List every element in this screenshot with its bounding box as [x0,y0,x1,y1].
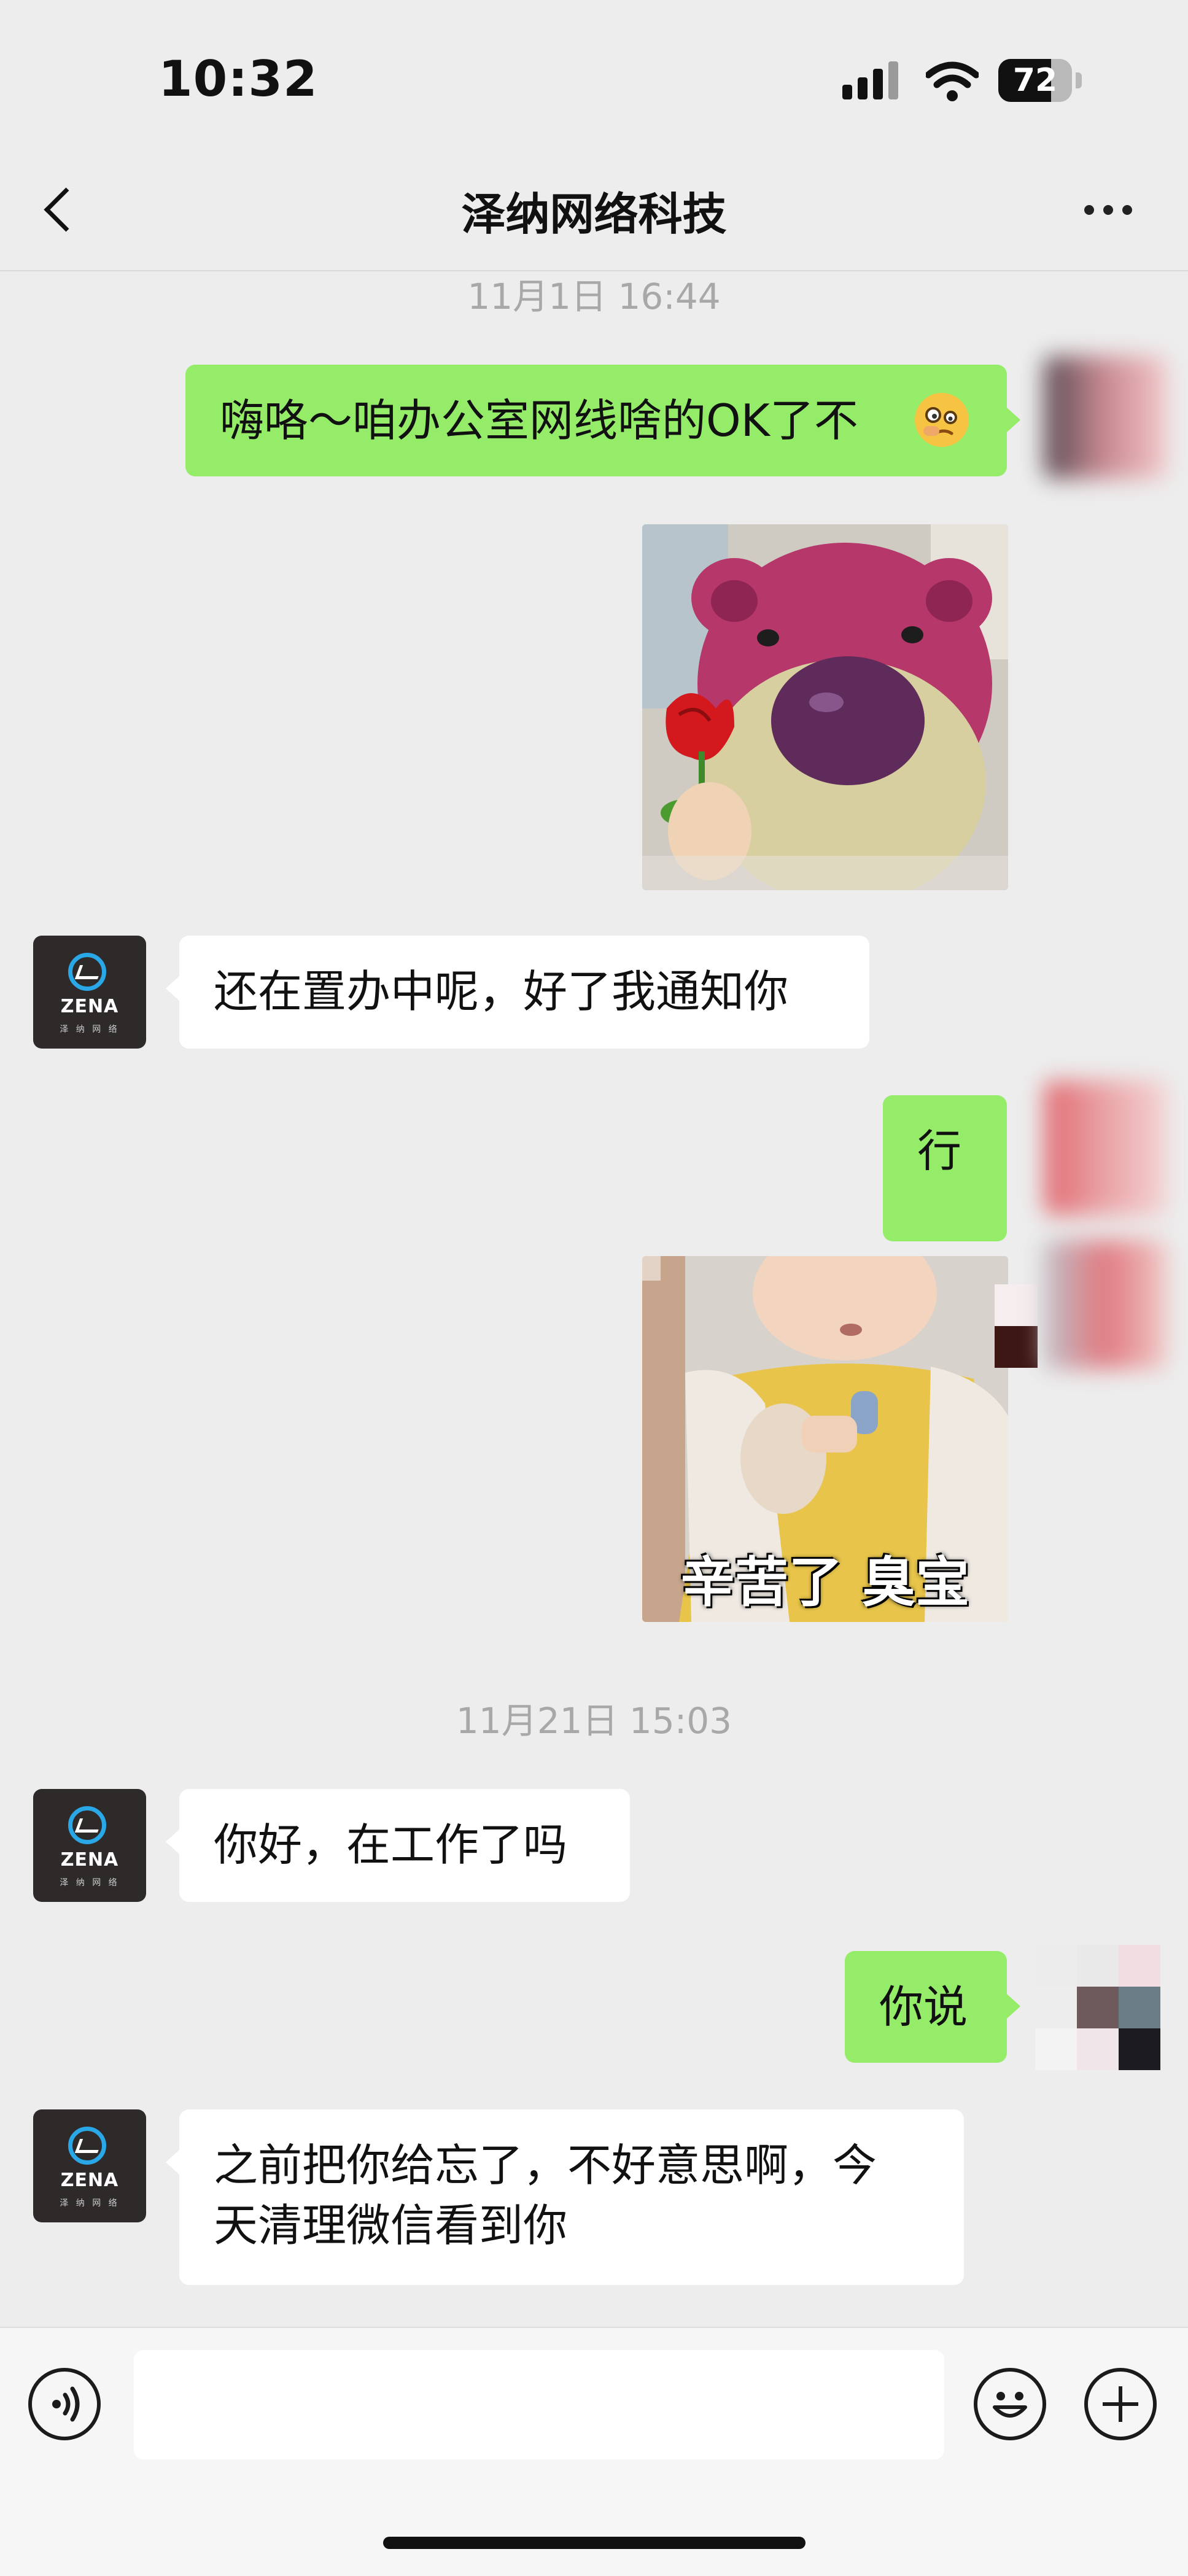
battery-indicator: 72 [998,59,1082,102]
emoji-button[interactable] [974,2368,1046,2440]
message-text: 嗨咯～咱办公室网线啥的OK了不 [220,395,858,446]
bubble-tail [1007,1994,1020,2019]
chat-title: 泽纳网络科技 [461,188,727,240]
status-time: 10:32 [158,50,318,107]
avatar-brand-text: ZENA [60,1849,119,1871]
cellular-signal-icon [842,61,899,99]
avatar-brand-text: ZENA [60,996,119,1017]
message-text-line: 天清理微信看到你 [214,2200,568,2251]
bubble-tail [166,2150,179,2174]
outgoing-message-bubble[interactable]: 嗨咯～咱办公室网线啥的OK了不 [185,365,1007,476]
smiley-icon [993,2392,1027,2418]
message-text-line: 之前把你给忘了，不好意思啊，今 [214,2140,877,2191]
wifi-icon [925,59,980,102]
bubble-tail [1007,408,1020,432]
sticker-caption: 辛苦了 臭宝 [680,1551,970,1614]
message-timestamp: 11月21日 15:03 [456,1700,732,1742]
message-text: 还在置办中呢，好了我通知你 [214,966,789,1017]
home-indicator [383,2537,806,2549]
contact-avatar[interactable]: ZENA 泽 纳 网 络 [33,936,146,1049]
avatar-brand-sub: 泽 纳 网 络 [60,1878,120,1888]
contact-avatar[interactable]: ZENA 泽 纳 网 络 [33,1789,146,1902]
contact-avatar[interactable]: ZENA 泽 纳 网 络 [33,2109,146,2222]
pink-bear-image [642,524,1008,890]
outgoing-message-bubble[interactable]: 你说 [845,1951,1007,2063]
voice-icon [52,2386,80,2422]
user-avatar[interactable] [1044,1080,1167,1216]
incoming-message-bubble[interactable]: 之前把你给忘了，不好意思啊，今 天清理微信看到你 [179,2109,964,2285]
message-timestamp: 11月1日 16:44 [467,276,721,317]
thinking-face-emoji-icon [915,393,969,447]
user-avatar[interactable] [1044,1240,1167,1369]
toddler-sticker[interactable]: 辛苦了 臭宝 [642,1256,1008,1622]
avatar-brand-sub: 泽 纳 网 络 [60,2198,120,2208]
more-actions-button[interactable] [1084,2368,1157,2440]
bubble-tail [166,1829,179,1854]
message-text: 你好，在工作了吗 [214,1819,568,1871]
user-avatar[interactable] [1044,356,1167,479]
message-text: 你说 [879,1981,968,2033]
outgoing-message-bubble[interactable]: 行 [883,1095,1007,1241]
user-avatar[interactable] [1035,1945,1160,2070]
user-avatar[interactable] [995,1284,1038,1368]
bubble-tail [166,976,179,1001]
avatar-brand-text: ZENA [60,2170,119,2191]
more-options-button[interactable] [1081,190,1136,227]
incoming-message-bubble[interactable]: 还在置办中呢，好了我通知你 [179,936,869,1049]
incoming-message-bubble[interactable]: 你好，在工作了吗 [179,1789,630,1902]
bear-rose-sticker[interactable] [642,524,1008,890]
voice-input-button[interactable] [28,2368,101,2440]
message-input[interactable] [134,2350,944,2459]
avatar-brand-sub: 泽 纳 网 络 [60,1025,120,1034]
battery-level: 72 [1012,62,1058,99]
message-text: 行 [917,1125,962,1177]
